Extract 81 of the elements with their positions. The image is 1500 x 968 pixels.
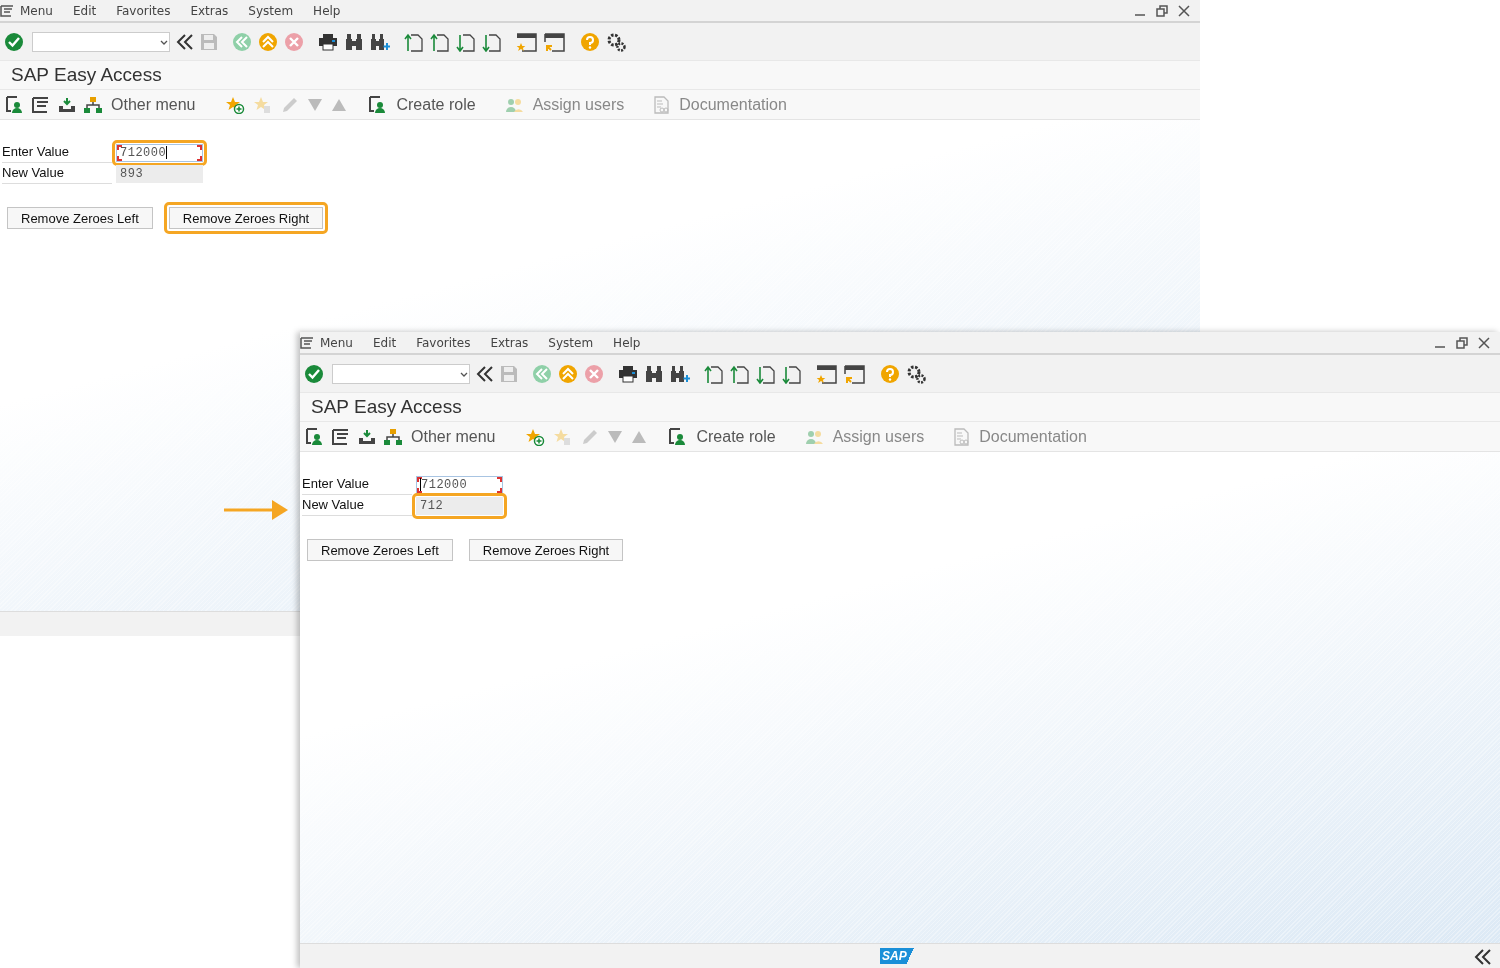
page-down-icon[interactable] — [456, 31, 476, 52]
input-field[interactable]: 712000 — [416, 475, 503, 494]
print-icon[interactable] — [318, 32, 338, 51]
user-role-icon[interactable] — [306, 427, 324, 446]
binoculars-icon[interactable] — [344, 32, 364, 51]
menu-item[interactable]: Edit — [72, 3, 97, 18]
tray-arrow-icon[interactable] — [358, 428, 376, 445]
binoculars-plus-icon[interactable] — [670, 364, 690, 383]
menu-item[interactable]: Help — [613, 335, 641, 350]
toolbar-button[interactable]: Other menu — [84, 95, 196, 114]
tray-arrow-icon[interactable] — [58, 96, 76, 113]
page-up-icon[interactable] — [704, 363, 724, 384]
field-label: Enter Value — [2, 142, 112, 163]
screen-title: SAP Easy Access — [11, 64, 162, 86]
input-field[interactable]: 712000 — [116, 143, 203, 162]
page-down-icon[interactable] — [756, 363, 776, 384]
page-up-icon[interactable] — [430, 31, 450, 52]
double-chevron-icon[interactable] — [176, 32, 194, 51]
window-arrow-icon[interactable] — [544, 31, 566, 52]
double-chevron-icon[interactable] — [1474, 948, 1492, 966]
checkmark-icon[interactable] — [4, 31, 24, 52]
dropdown-icon[interactable] — [159, 39, 169, 47]
menu-list-icon[interactable] — [332, 428, 350, 445]
menu-item[interactable]: Edit — [372, 335, 397, 350]
org-chart-icon — [384, 427, 402, 446]
users-icon — [505, 96, 524, 113]
menu-item[interactable]: Favorites — [416, 335, 471, 350]
settings-icon[interactable] — [906, 363, 926, 384]
menu-item[interactable]: Help — [313, 3, 341, 18]
field-label: New Value — [2, 163, 112, 184]
menu-icon[interactable] — [0, 4, 14, 17]
page-up-icon[interactable] — [730, 363, 750, 384]
field-label: New Value — [302, 495, 412, 516]
org-chart-icon — [84, 95, 102, 114]
star-plus-icon[interactable] — [225, 95, 246, 114]
menu-item[interactable]: Menu — [320, 335, 353, 350]
document-icon — [654, 95, 671, 114]
menu-list-icon[interactable] — [32, 96, 50, 113]
user-role-icon[interactable] — [6, 95, 24, 114]
settings-icon[interactable] — [606, 31, 626, 52]
page-down-icon[interactable] — [482, 31, 502, 52]
print-icon[interactable] — [618, 364, 638, 383]
menu-item[interactable]: Extras — [190, 3, 229, 18]
close-icon[interactable] — [1478, 336, 1490, 349]
window-star-icon[interactable] — [816, 363, 838, 384]
users-icon — [805, 428, 824, 445]
output-field: 712 — [416, 496, 503, 515]
menu-icon[interactable] — [300, 336, 314, 349]
page-down-icon[interactable] — [782, 363, 802, 384]
push-button[interactable]: Remove Zeroes Right — [468, 539, 624, 561]
binoculars-plus-icon[interactable] — [370, 32, 390, 51]
menu-item[interactable]: Favorites — [116, 3, 171, 18]
window-arrow-icon[interactable] — [844, 363, 866, 384]
page-up-icon[interactable] — [404, 31, 424, 52]
binoculars-icon[interactable] — [644, 364, 664, 383]
menu-item[interactable]: Menu — [20, 3, 53, 18]
command-field[interactable] — [32, 31, 170, 52]
field-label: Enter Value — [302, 474, 412, 495]
toolbar-button[interactable]: Other menu — [384, 427, 496, 446]
restore-icon[interactable] — [1456, 336, 1468, 349]
push-button[interactable]: Remove Zeroes Right — [168, 207, 324, 229]
menu-item[interactable]: System — [548, 335, 594, 350]
document-icon — [954, 427, 971, 446]
toolbar-button[interactable]: Create role — [369, 95, 476, 114]
window-star-icon[interactable] — [516, 31, 538, 52]
user-role-icon — [669, 427, 688, 446]
push-button[interactable]: Remove Zeroes Left — [307, 539, 453, 561]
toolbar-button[interactable]: Create role — [669, 427, 776, 446]
push-button[interactable]: Remove Zeroes Left — [7, 207, 153, 229]
user-role-icon — [369, 95, 388, 114]
checkmark-icon[interactable] — [304, 363, 324, 384]
dropdown-icon[interactable] — [459, 371, 469, 379]
double-chevron-icon[interactable] — [476, 364, 494, 383]
close-icon[interactable] — [1178, 4, 1190, 17]
arrow — [224, 499, 288, 521]
star-plus-icon[interactable] — [525, 427, 546, 446]
menu-item[interactable]: System — [248, 3, 294, 18]
menu-item[interactable]: Extras — [490, 335, 529, 350]
command-field[interactable] — [332, 363, 470, 384]
screen-title: SAP Easy Access — [311, 396, 462, 418]
restore-icon[interactable] — [1156, 4, 1168, 17]
